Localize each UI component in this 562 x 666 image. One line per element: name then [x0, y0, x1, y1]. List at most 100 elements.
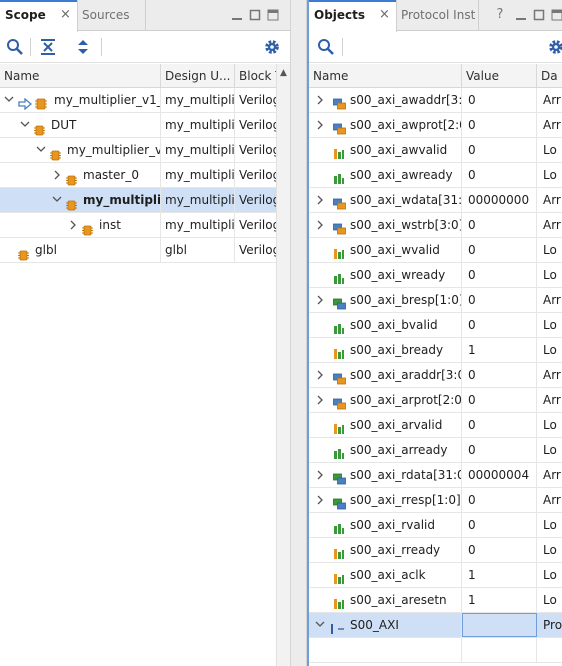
object-row[interactable]: s00_axi_rready 0 Lo: [309, 538, 562, 563]
chevron-right-icon[interactable]: [315, 213, 325, 237]
chevron-right-icon[interactable]: [315, 188, 325, 212]
object-row[interactable]: s00_axi_wvalid 0 Lo: [309, 238, 562, 263]
chevron-down-icon[interactable]: [4, 88, 14, 112]
object-row[interactable]: s00_axi_aclk 1 Lo: [309, 563, 562, 588]
expand-all-icon[interactable]: [73, 37, 93, 57]
chevron-right-icon[interactable]: [315, 113, 325, 137]
object-name: s00_axi_rready: [350, 543, 441, 557]
empty-cell: [309, 638, 462, 662]
object-row[interactable]: s00_axi_arvalid 0 Lo: [309, 413, 562, 438]
object-name: s00_axi_wstrb[3:0]: [350, 218, 462, 232]
object-name: s00_axi_awaddr[3:0]: [350, 93, 462, 107]
maximize-icon[interactable]: [551, 9, 562, 21]
object-cell-name: s00_axi_bready: [309, 338, 462, 362]
search-icon[interactable]: [5, 37, 25, 57]
column-header-data-type[interactable]: Da: [537, 64, 562, 88]
object-row[interactable]: s00_axi_aresetn 1 Lo: [309, 588, 562, 613]
close-icon[interactable]: ×: [379, 0, 390, 30]
bus-icon: [333, 94, 351, 110]
scope-scrollbar[interactable]: ▲: [276, 64, 290, 666]
object-row[interactable]: s00_axi_arready 0 Lo: [309, 438, 562, 463]
object-cell-data-type: Arr: [537, 363, 562, 387]
object-row[interactable]: s00_axi_rvalid 0 Lo: [309, 513, 562, 538]
tree-row[interactable]: my_multiplier_v1_ my_multiplie Verilog: [0, 88, 290, 113]
object-cell-data-type: Lo: [537, 588, 562, 612]
scroll-up-icon[interactable]: ▲: [280, 68, 287, 78]
chevron-right-icon[interactable]: [315, 288, 325, 312]
close-icon[interactable]: ×: [60, 0, 71, 30]
help-icon[interactable]: ?: [494, 8, 506, 21]
object-row[interactable]: s00_axi_awvalid 0 Lo: [309, 138, 562, 163]
object-row[interactable]: s00_axi_rresp[1:0] 0 Arr: [309, 488, 562, 513]
tree-item-label: DUT: [51, 118, 77, 132]
chevron-right-icon[interactable]: [315, 363, 325, 387]
tab-objects[interactable]: Objects ×: [309, 0, 397, 32]
object-name: s00_axi_araddr[3:0]: [350, 368, 462, 382]
minimize-icon[interactable]: [515, 9, 527, 21]
tab-sources[interactable]: Sources: [78, 0, 146, 31]
tree-row[interactable]: my_multiplier_v1 my_multiplie Verilog: [0, 138, 290, 163]
column-header-block-type[interactable]: Block T: [235, 64, 277, 88]
maximize-icon[interactable]: [267, 9, 279, 21]
chevron-down-icon[interactable]: [20, 113, 30, 137]
restore-icon[interactable]: [533, 9, 545, 21]
tree-row[interactable]: glbl glbl Verilog: [0, 238, 290, 263]
tree-item-label: master_0: [83, 168, 139, 182]
object-row[interactable]: s00_axi_araddr[3:0] 0 Arr: [309, 363, 562, 388]
object-row[interactable]: s00_axi_wready 0 Lo: [309, 263, 562, 288]
chevron-right-icon[interactable]: [52, 163, 62, 187]
object-cell-name: s00_axi_awready: [309, 163, 462, 187]
signal-out-icon: [333, 169, 351, 184]
object-row[interactable]: s00_axi_rdata[31:0] 00000004 Arr: [309, 463, 562, 488]
tree-row[interactable]: master_0 my_multiplie Verilog: [0, 163, 290, 188]
gear-icon[interactable]: [262, 37, 282, 57]
design-unit-value: my_multiplie: [165, 93, 235, 107]
tree-row[interactable]: DUT my_multiplie Verilog: [0, 113, 290, 138]
chevron-down-icon[interactable]: [315, 613, 325, 637]
design-unit-value: my_multiplie: [165, 193, 235, 207]
object-row[interactable]: s00_axi_awready 0 Lo: [309, 163, 562, 188]
tree-row[interactable]: inst my_multiplie Verilog: [0, 213, 290, 238]
tree-row[interactable]: my_multiplie my_multiplie Verilog: [0, 188, 290, 213]
objects-tabbar: Objects × Protocol Inst ?: [309, 0, 562, 32]
tree-cell-design-unit: my_multiplie: [161, 188, 235, 212]
tree-cell-block-type: Verilog: [235, 113, 277, 137]
object-row[interactable]: s00_axi_bvalid 0 Lo: [309, 313, 562, 338]
minimize-icon[interactable]: [231, 9, 243, 21]
object-value: 0: [468, 118, 476, 132]
object-row[interactable]: s00_axi_wstrb[3:0] 0 Arr: [309, 213, 562, 238]
object-cell-value: 0: [462, 313, 537, 337]
object-row[interactable]: s00_axi_bresp[1:0] 0 Arr: [309, 288, 562, 313]
restore-icon[interactable]: [249, 9, 261, 21]
column-header-name[interactable]: Name: [309, 64, 462, 88]
chevron-right-icon[interactable]: [68, 213, 78, 237]
tree-item-label: my_multiplier_v1: [67, 143, 161, 157]
chevron-right-icon[interactable]: [315, 388, 325, 412]
object-value: 0: [468, 443, 476, 457]
object-row[interactable]: s00_axi_awaddr[3:0] 0 Arr: [309, 88, 562, 113]
gear-icon[interactable]: [546, 37, 562, 57]
tab-protocol-inst[interactable]: Protocol Inst: [397, 0, 479, 31]
object-row[interactable]: s00_axi_bready 1 Lo: [309, 338, 562, 363]
chevron-right-icon[interactable]: [315, 463, 325, 487]
panel-splitter[interactable]: [290, 0, 307, 666]
column-header-value[interactable]: Value: [462, 64, 537, 88]
object-row[interactable]: S00_AXI Pro: [309, 613, 562, 638]
object-row[interactable]: s00_axi_arprot[2:0] 0 Arr: [309, 388, 562, 413]
object-cell-value: 0: [462, 438, 537, 462]
collapse-all-icon[interactable]: [38, 37, 58, 57]
tab-scope[interactable]: Scope ×: [0, 0, 78, 32]
object-row[interactable]: s00_axi_awprot[2:0] 0 Arr: [309, 113, 562, 138]
empty-cell: [462, 638, 537, 662]
chevron-down-icon[interactable]: [52, 188, 62, 212]
object-cell-data-type: Arr: [537, 463, 562, 487]
chevron-right-icon[interactable]: [315, 88, 325, 112]
object-value: 0: [468, 293, 476, 307]
chevron-down-icon[interactable]: [36, 138, 46, 162]
search-icon[interactable]: [316, 37, 336, 57]
column-header-design-unit[interactable]: Design U...: [161, 64, 235, 88]
bus-icon: [333, 394, 351, 410]
chevron-right-icon[interactable]: [315, 488, 325, 512]
column-header-name[interactable]: Name: [0, 64, 161, 88]
object-row[interactable]: s00_axi_wdata[31:0] 00000000 Arr: [309, 188, 562, 213]
